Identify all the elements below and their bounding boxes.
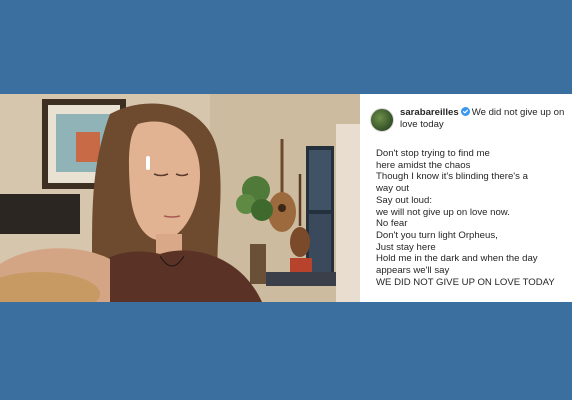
lyric-line: Don't you turn light Orpheus, xyxy=(376,229,498,241)
lyric-line: WE DID NOT GIVE UP ON LOVE TODAY xyxy=(376,276,555,288)
verified-badge-icon xyxy=(460,107,470,116)
caption-lyrics: Don't stop trying to find me here amidst… xyxy=(376,148,572,288)
lyric-line: appears we'll say xyxy=(376,265,450,277)
lyric-line: we will not give up on love now. xyxy=(376,206,510,218)
post-video[interactable] xyxy=(0,94,360,302)
caption-panel: sarabareilles We did not give up on love … xyxy=(360,94,572,302)
profile-avatar[interactable] xyxy=(370,108,394,132)
lyric-line: No fear xyxy=(376,218,408,230)
caption-first-line: We did not give up on xyxy=(471,107,565,118)
caption-header: sarabareilles We did not give up on love … xyxy=(400,107,572,131)
lyric-line: Say out loud: xyxy=(376,194,433,206)
username-link[interactable]: sarabareilles xyxy=(400,107,459,118)
video-frame-illustration xyxy=(0,94,360,302)
lyric-line: Hold me in the dark and when the day xyxy=(376,253,538,265)
caption-second-line: love today xyxy=(400,119,444,130)
instagram-post: sarabareilles We did not give up on love … xyxy=(0,94,572,302)
lyric-line: way out xyxy=(376,183,410,195)
lyric-line: here amidst the chaos xyxy=(376,159,471,171)
lyric-line: Don't stop trying to find me xyxy=(376,148,490,159)
lyric-line: Just stay here xyxy=(376,241,436,253)
lyric-line: Though I know it's blinding there's a xyxy=(376,171,528,183)
